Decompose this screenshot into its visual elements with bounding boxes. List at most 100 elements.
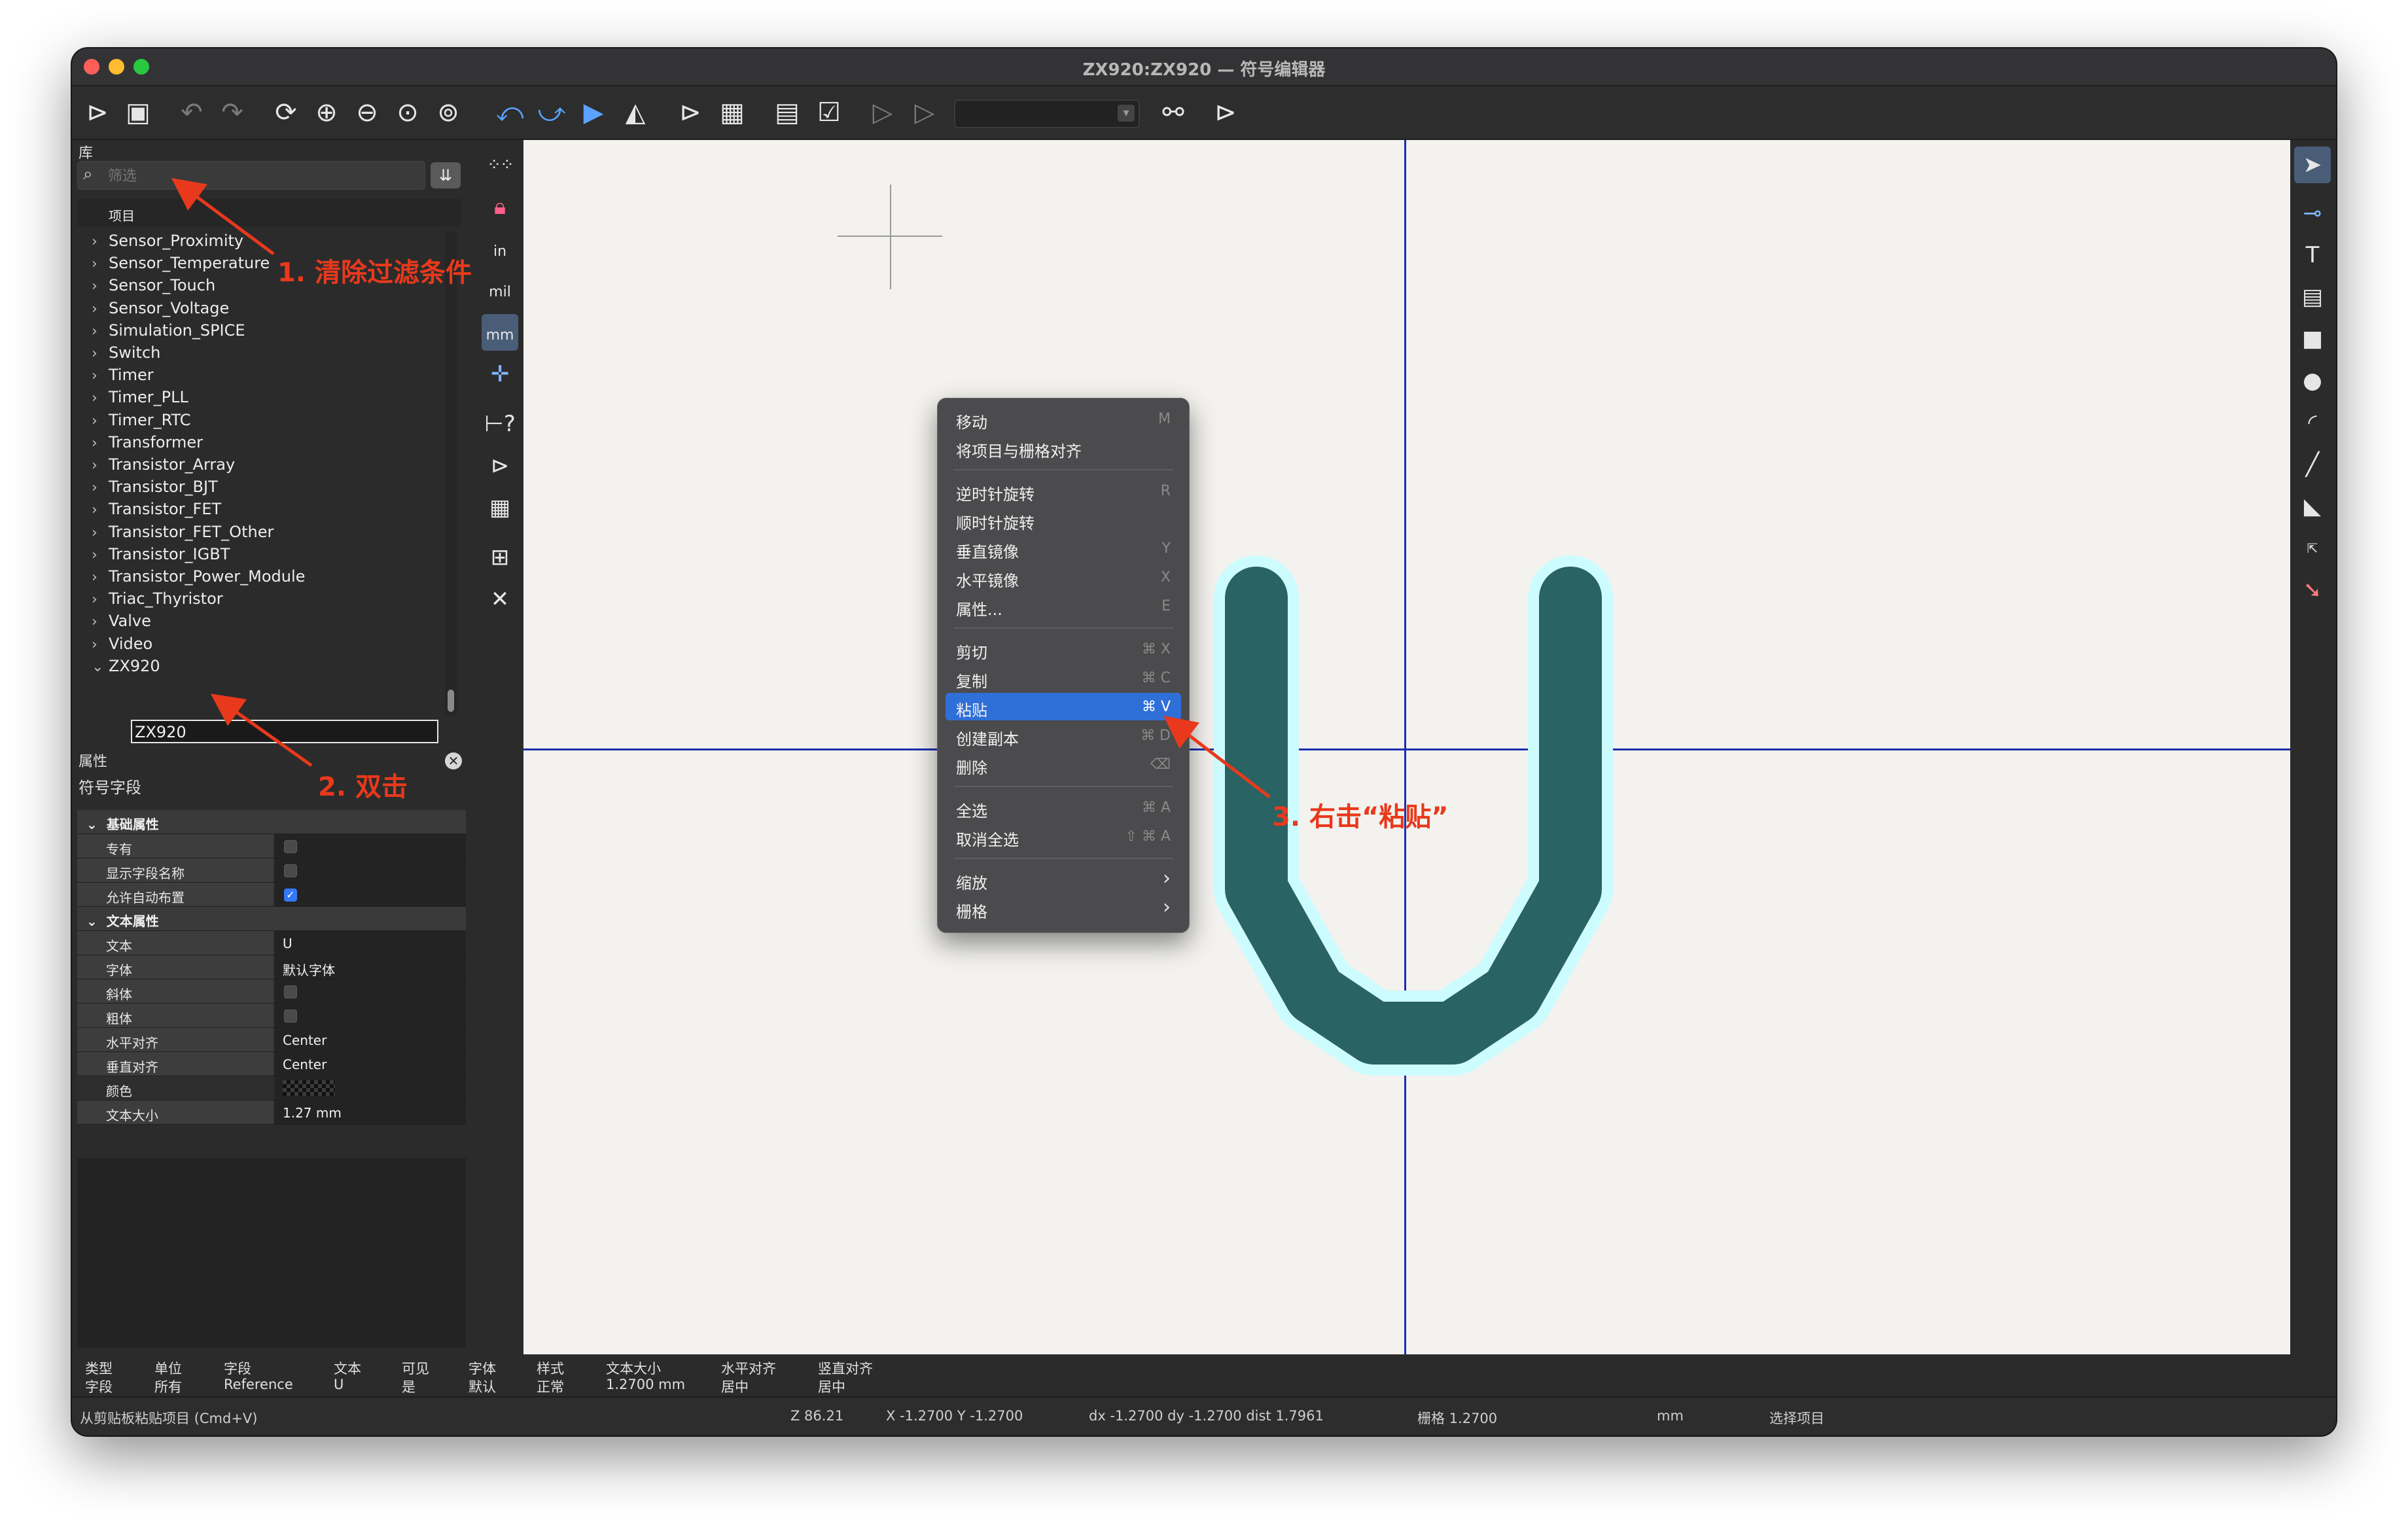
library-tree-item[interactable]: › Simulation_SPICE (77, 321, 245, 343)
context-menu-item[interactable]: 将项目与栅格对齐 (946, 434, 1181, 461)
pin-table-icon[interactable]: ▦ (715, 96, 750, 130)
chevron-right-icon[interactable]: › (77, 457, 109, 474)
sort-icon[interactable]: ⇊ (431, 162, 461, 188)
context-menu-item[interactable]: 剪切 ⌘ X (946, 635, 1181, 663)
library-tree-item[interactable]: › Triac_Thyristor (77, 590, 223, 612)
library-tree-item[interactable]: › Transistor_BJT (77, 478, 218, 500)
library-tree-item[interactable]: › Timer (77, 366, 154, 388)
context-menu-item[interactable]: 栅格 › (946, 894, 1181, 922)
text-value-field[interactable]: U (275, 931, 466, 955)
section-text[interactable]: ⌄ 文本属性 (77, 907, 466, 931)
context-menu-item[interactable]: 逆时针旋转 R (946, 477, 1181, 504)
library-tree-item[interactable]: › Valve (77, 612, 151, 634)
pin-electrical-type-icon[interactable]: ⊢? (482, 406, 518, 442)
chevron-right-icon[interactable]: › (77, 614, 109, 630)
units-mm-button[interactable]: mm (482, 314, 518, 351)
zoom-fit-icon[interactable]: ⊙ (390, 96, 425, 130)
rotate-cw-icon[interactable]: ⤻ (534, 96, 569, 130)
library-vertical-scrollbar[interactable] (445, 232, 457, 716)
units-inch-button[interactable]: in (482, 230, 518, 267)
context-menu-item[interactable]: 粘贴 ⌘ V (946, 693, 1181, 720)
grid-lock-icon[interactable]: 🔒︎ (482, 188, 518, 225)
chevron-right-icon[interactable]: › (77, 413, 109, 429)
cursor-crosshair-icon[interactable]: ✛ (482, 356, 518, 393)
h-align-field[interactable]: Center (275, 1028, 466, 1051)
save-icon[interactable]: ▣ (120, 96, 156, 130)
redo-icon[interactable]: ↷ (215, 96, 250, 130)
grid-dots-icon[interactable]: ⁘⁘ (482, 147, 518, 183)
text-size-field[interactable]: 1.27 mm (275, 1100, 466, 1124)
close-icon[interactable]: ✕ (445, 752, 462, 769)
context-menu-item[interactable]: 垂直镜像 Y (946, 535, 1181, 562)
add-text-icon[interactable]: T (2294, 237, 2331, 273)
delete-tool-icon[interactable]: ➘ (2294, 572, 2331, 608)
rotate-ccw-icon[interactable]: ⤺ (492, 96, 527, 130)
new-symbol-icon[interactable]: ⊳ (80, 96, 115, 130)
context-menu-item[interactable]: 取消全选 ⇧ ⌘ A (946, 822, 1181, 850)
chevron-right-icon[interactable]: › (77, 637, 109, 653)
chevron-right-icon[interactable]: › (77, 368, 109, 384)
chevron-right-icon[interactable]: › (77, 569, 109, 586)
add-polygon-icon[interactable]: ◣ (2294, 488, 2331, 525)
zoom-out-icon[interactable]: ⊖ (349, 96, 385, 130)
anchor-icon[interactable]: ⇱ (2294, 530, 2331, 567)
section-basic[interactable]: ⌄ 基础属性 (77, 810, 466, 834)
font-value-field[interactable]: 默认字体 (275, 955, 466, 979)
add-textbox-icon[interactable]: ▤ (2294, 279, 2331, 315)
library-tree-item[interactable]: ⌄ ZX920 (77, 657, 160, 679)
autoplace-checkbox[interactable]: ✓ (284, 889, 297, 902)
undo-icon[interactable]: ↶ (174, 96, 209, 130)
library-tree-item[interactable]: › Transistor_Array (77, 455, 235, 478)
context-menu-item[interactable]: 全选 ⌘ A (946, 794, 1181, 821)
library-tree-item[interactable]: › Video (77, 635, 152, 657)
v-align-field[interactable]: Center (275, 1052, 466, 1076)
chevron-right-icon[interactable]: › (77, 345, 109, 362)
library-tree-item[interactable]: › Sensor_Touch (77, 276, 215, 298)
context-menu-item[interactable]: 复制 ⌘ C (946, 664, 1181, 692)
reference-field-glyph[interactable] (523, 140, 2290, 1361)
library-tree-item[interactable]: › Transformer (77, 433, 203, 455)
chevron-right-icon[interactable]: › (77, 525, 109, 541)
chevron-right-icon[interactable]: › (77, 547, 109, 563)
chevron-right-icon[interactable]: › (77, 301, 109, 317)
library-search[interactable]: ⌕ (77, 161, 425, 190)
chevron-right-icon[interactable]: › (77, 390, 109, 406)
library-tree-item[interactable]: › Timer_PLL (77, 388, 188, 410)
symbol-checker-icon[interactable]: ☑ (811, 96, 847, 130)
editor-canvas[interactable] (523, 140, 2290, 1361)
library-tree-item[interactable]: › Transistor_FET (77, 500, 221, 522)
tree-panel-icon[interactable]: ⊞ (482, 539, 518, 576)
library-tree-item[interactable]: › Transistor_FET_Other (77, 523, 274, 545)
context-menu-item[interactable]: 缩放 › (946, 866, 1181, 893)
chevron-right-icon[interactable]: › (77, 278, 109, 294)
context-menu-item[interactable]: 顺时针旋转 (946, 506, 1181, 533)
chevron-down-icon[interactable]: ⌄ (77, 659, 109, 675)
symbol-properties-icon[interactable]: ⊳ (673, 96, 708, 130)
refresh-icon[interactable]: ⟳ (268, 96, 304, 130)
symbol-name-edit[interactable]: ZX920 (131, 720, 438, 743)
chevron-right-icon[interactable]: › (77, 591, 109, 608)
color-swatch[interactable] (283, 1080, 335, 1096)
scroll-thumb[interactable] (448, 690, 454, 712)
chevron-right-icon[interactable]: › (77, 480, 109, 496)
chevron-right-icon[interactable]: › (77, 435, 109, 451)
context-menu-item[interactable]: 移动 M (946, 405, 1181, 432)
library-tree-item[interactable]: › Switch (77, 343, 160, 366)
add-circle-icon[interactable]: ● (2294, 362, 2331, 399)
library-tree-item[interactable]: › Sensor_Temperature (77, 254, 270, 276)
library-tree-item[interactable]: › Transistor_Power_Module (77, 567, 305, 590)
mirror-h-icon[interactable]: ◭ (618, 96, 653, 130)
body-style-2-icon[interactable]: ▷ (907, 96, 942, 130)
add-rectangle-icon[interactable]: ■ (2294, 321, 2331, 357)
library-tree-item[interactable]: › Sensor_Voltage (77, 299, 229, 321)
show-field-name-checkbox[interactable] (284, 864, 297, 877)
library-tree-item[interactable]: › Transistor_IGBT (77, 545, 230, 567)
body-style-1-icon[interactable]: ▷ (865, 96, 900, 130)
library-search-input[interactable] (107, 166, 417, 186)
tools-icon[interactable]: ✕ (482, 581, 518, 618)
select-arrow-icon[interactable]: ➤ (2294, 147, 2331, 183)
chevron-right-icon[interactable]: › (77, 234, 109, 250)
export-symbol-icon[interactable]: ⊳ (1208, 96, 1243, 130)
table-icon[interactable]: ▦ (482, 489, 518, 526)
italic-checkbox[interactable] (284, 985, 297, 998)
